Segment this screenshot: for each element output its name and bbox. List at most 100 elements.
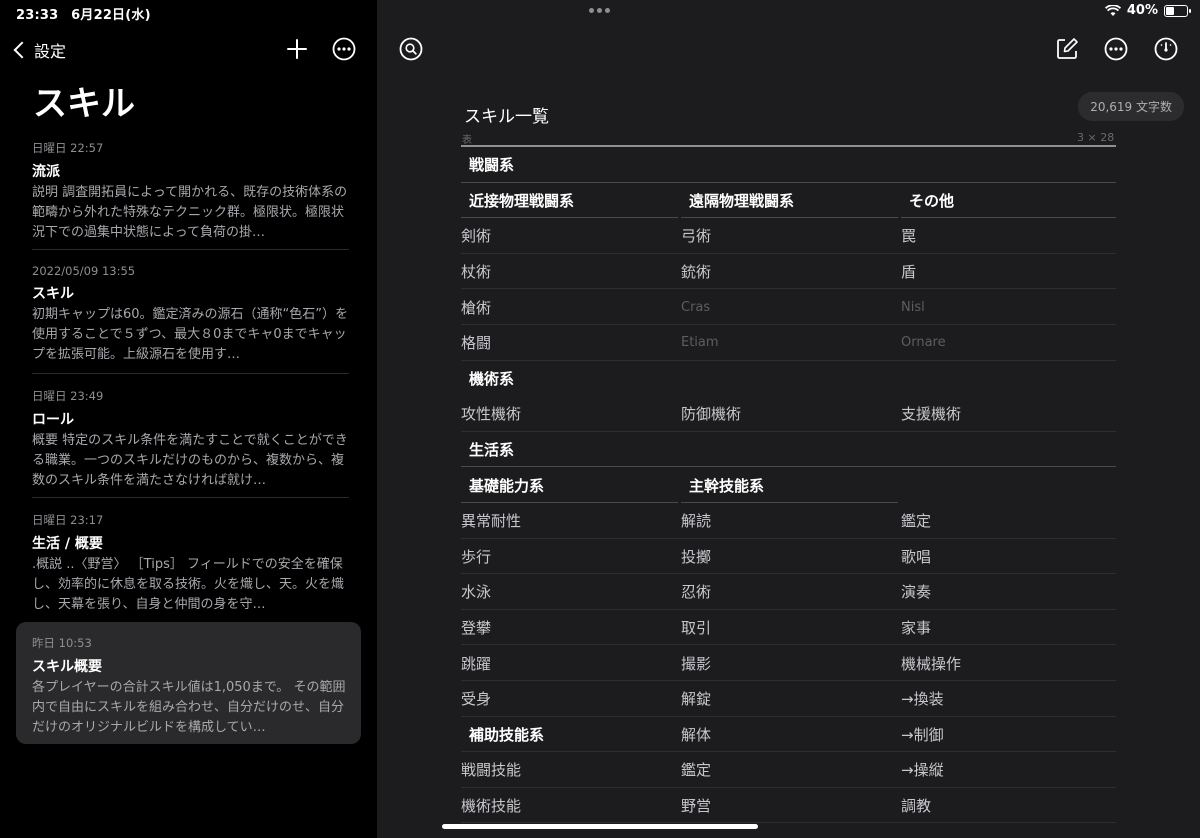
table-row[interactable]: 跳躍 撮影 機械操作	[461, 645, 1116, 681]
table-cell[interactable]: 解錠	[681, 681, 898, 717]
table-cell[interactable]: 歩行	[461, 539, 678, 575]
more-options-icon[interactable]	[331, 36, 357, 62]
table-size-label: 3 × 28	[1077, 131, 1115, 144]
folder-title: スキル	[33, 84, 135, 124]
table-cell[interactable]: 野営	[681, 788, 898, 824]
table-cell[interactable]: →制御	[901, 717, 1116, 753]
table-cell[interactable]: 解体	[681, 717, 898, 753]
table-cell[interactable]: Ornare	[901, 325, 1116, 361]
note-list-item[interactable]: 日曜日 22:57 流派 説明 調査開拓員によって開かれる、既存の技術体系の範疇…	[32, 140, 350, 252]
table-cell[interactable]: 受身	[461, 681, 678, 717]
multitasking-dots[interactable]	[589, 8, 610, 13]
table-cell[interactable]: 家事	[901, 610, 1116, 646]
table-cell[interactable]: 忍術	[681, 574, 898, 610]
table-cell[interactable]: 異常耐性	[461, 503, 678, 539]
gauge-icon[interactable]	[1153, 36, 1179, 62]
table-row[interactable]: 基礎能力系 主幹技能系	[461, 467, 1116, 503]
battery-percent: 40%	[1126, 3, 1158, 18]
home-indicator[interactable]	[442, 824, 758, 829]
table-cell[interactable]: 盾	[901, 254, 1116, 290]
table-row[interactable]: 杖術 銃術盾	[461, 254, 1116, 290]
table-cell[interactable]: 水泳	[461, 574, 678, 610]
table-cell[interactable]: 鑑定	[681, 752, 898, 788]
table-cell[interactable]: 機術技能	[461, 788, 678, 824]
table-row[interactable]: 剣術 弓術罠	[461, 218, 1116, 254]
table-cell[interactable]: 演奏	[901, 574, 1116, 610]
subcategory-heading-cell[interactable]: 主幹技能系	[681, 467, 898, 503]
table-cell[interactable]: 罠	[901, 218, 1116, 254]
note-list-item[interactable]: 日曜日 23:17 生活 / 概要 .概説 ..〈野営〉 ［Tips］ フィール…	[32, 512, 350, 624]
back-button[interactable]: 設定	[12, 38, 66, 62]
table-cell[interactable]: 鑑定	[901, 503, 1116, 539]
table-cell[interactable]: Cras	[681, 289, 898, 325]
word-count-badge: 20,619 文字数	[1078, 92, 1184, 121]
status-time: 23:33	[16, 8, 59, 23]
table-row[interactable]: 機術系	[461, 361, 1116, 397]
table-row[interactable]: 近接物理戦闘系 遠隔物理戦闘系 その他	[461, 183, 1116, 219]
subcategory-heading-cell[interactable]: 補助技能系	[461, 717, 678, 753]
table-cell[interactable]: →換装	[901, 681, 1116, 717]
table-cell[interactable]: 解読	[681, 503, 898, 539]
status-bar-right: 40%	[1104, 3, 1191, 18]
table-row[interactable]: 補助技能系 解体 →制御	[461, 717, 1116, 753]
table-cell[interactable]: 格闘	[461, 325, 678, 361]
table-row[interactable]: 格闘 Etiam Ornare	[461, 325, 1116, 361]
category-heading-cell[interactable]: 戦闘系	[461, 147, 678, 183]
subcategory-heading-cell[interactable]: 基礎能力系	[461, 467, 678, 503]
plus-icon[interactable]	[284, 36, 310, 62]
table-cell[interactable]: 撮影	[681, 645, 898, 681]
table-cell[interactable]: 戦闘技能	[461, 752, 678, 788]
compose-icon[interactable]	[1054, 36, 1080, 62]
table-cell[interactable]: 杖術	[461, 254, 678, 290]
table-cell[interactable]: 歌唱	[901, 539, 1116, 575]
note-excerpt: .概説 ..〈野営〉 ［Tips］ フィールドでの安全を確保し、効率的に休息を取…	[32, 557, 345, 612]
table-row[interactable]: 機術技能 野営 調教	[461, 788, 1116, 824]
table-cell[interactable]: 跳躍	[461, 645, 678, 681]
table-cell[interactable]: →操縦	[901, 752, 1116, 788]
table-cell[interactable]: 登攀	[461, 610, 678, 646]
subcategory-heading-cell[interactable]	[901, 467, 1116, 503]
table-row[interactable]: 戦闘系	[461, 147, 1116, 183]
note-list-item-selected[interactable]: 昨日 10:53 スキル概要 各プレイヤーの合計スキル値は1,050まで。 その…	[32, 635, 350, 747]
status-date: 6月22日(水)	[71, 8, 151, 23]
table-cell[interactable]: 支援機術	[901, 396, 1116, 432]
table-cell[interactable]: 弓術	[681, 218, 898, 254]
note-list-item[interactable]: 日曜日 23:49 ロール 概要 特定のスキル条件を満たすことで就くことができる…	[32, 388, 350, 500]
category-heading-cell[interactable]: 機術系	[461, 361, 678, 397]
table-row[interactable]: 槍術 Cras Nisl	[461, 289, 1116, 325]
status-bar-left: 23:33 6月22日(水)	[16, 4, 159, 23]
table-cell[interactable]: Etiam	[681, 325, 898, 361]
table-row[interactable]: 水泳 忍術 演奏	[461, 574, 1116, 610]
note-title: スキル	[32, 286, 74, 302]
table-row[interactable]: 異常耐性 解読 鑑定	[461, 503, 1116, 539]
table-row[interactable]: 攻性機術 防御機術 支援機術	[461, 396, 1116, 432]
note-excerpt: 初期キャップは60。鑑定済みの源石（通称“色石”）を使用することで５ずつ、最大８…	[32, 307, 349, 362]
table-row[interactable]: 歩行 投擲 歌唱	[461, 539, 1116, 575]
back-button-label: 設定	[34, 42, 67, 61]
table-cell[interactable]: 機械操作	[901, 645, 1116, 681]
table-cell[interactable]: 槍術	[461, 289, 678, 325]
table-cell[interactable]: 投擲	[681, 539, 898, 575]
subcategory-heading-cell[interactable]: 遠隔物理戦闘系	[681, 183, 898, 219]
more-options-icon[interactable]	[1103, 36, 1129, 62]
table-row[interactable]: 戦闘技能 鑑定 →操縦	[461, 752, 1116, 788]
table-row[interactable]: 登攀 取引 家事	[461, 610, 1116, 646]
note-date: 日曜日 23:17	[32, 513, 104, 527]
document-heading[interactable]: スキル一覧	[464, 102, 549, 127]
table-cell[interactable]: 取引	[681, 610, 898, 646]
table-row[interactable]: 生活系	[461, 432, 1116, 468]
table-cell[interactable]: 防御機術	[681, 396, 898, 432]
subcategory-heading-cell[interactable]: 近接物理戦闘系	[461, 183, 678, 219]
note-list-item[interactable]: 2022/05/09 13:55 スキル 初期キャップは60。鑑定済みの源石（通…	[32, 264, 350, 376]
table-cell[interactable]: 剣術	[461, 218, 678, 254]
table-cell[interactable]: Nisl	[901, 289, 1116, 325]
category-heading-cell[interactable]: 生活系	[461, 432, 678, 468]
table-cell[interactable]: 調教	[901, 788, 1116, 824]
table-cell[interactable]: 銃術	[681, 254, 898, 290]
search-icon[interactable]	[398, 36, 424, 62]
subcategory-heading-cell[interactable]: その他	[901, 183, 1116, 219]
table-cell[interactable]: 攻性機術	[461, 396, 678, 432]
table-row[interactable]: 受身 解錠 →換装	[461, 681, 1116, 717]
divider	[32, 497, 349, 498]
skills-table[interactable]: 戦闘系 近接物理戦闘系 遠隔物理戦闘系 その他 剣術 弓術罠杖術 銃術盾槍術 Cras Nisl…	[461, 147, 1116, 823]
